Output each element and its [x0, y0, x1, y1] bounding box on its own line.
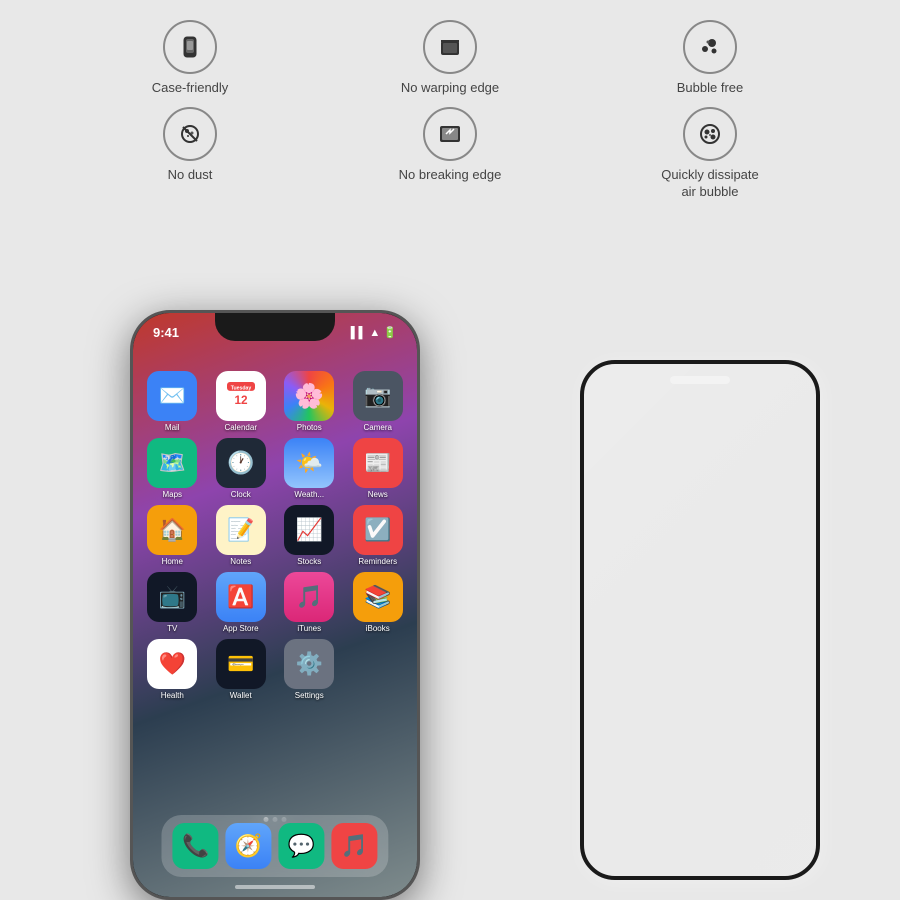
app-clock: 🕐 Clock	[210, 438, 273, 499]
app-ibooks: 📚 iBooks	[347, 572, 410, 633]
dock-music: 🎵	[331, 823, 377, 869]
app-itunes-label: iTunes	[297, 624, 321, 633]
app-weather-icon: 🌤️	[284, 438, 334, 488]
app-mail: ✉️ Mail	[141, 371, 204, 432]
app-stocks-label: Stocks	[297, 557, 321, 566]
app-clock-label: Clock	[231, 490, 251, 499]
feature-no-warping: No warping edge	[320, 20, 580, 97]
app-store-label: App Store	[223, 624, 259, 633]
app-itunes: 🎵 iTunes	[278, 572, 341, 633]
app-store: 🅰️ App Store	[210, 572, 273, 633]
devices-container: 9:41 ▌▌ ▲ 🔋 ✉️ Mail Tuesday 12	[0, 240, 900, 900]
app-health-label: Health	[161, 691, 184, 700]
app-maps-icon: 🗺️	[147, 438, 197, 488]
bubble-free-label: Bubble free	[677, 80, 744, 97]
no-warping-label: No warping edge	[401, 80, 499, 97]
case-friendly-label: Case-friendly	[152, 80, 229, 97]
volume-down-button	[130, 461, 132, 501]
app-weather-label: Weath...	[294, 490, 324, 499]
app-wallet: 💳 Wallet	[210, 639, 273, 700]
glass-inner	[584, 364, 816, 876]
feature-dissipate: Quickly dissipateair bubble	[580, 107, 840, 201]
app-photos-icon: 🌸	[284, 371, 334, 421]
app-maps: 🗺️ Maps	[141, 438, 204, 499]
dock-messages: 💬	[278, 823, 324, 869]
app-home: 🏠 Home	[141, 505, 204, 566]
glass-protector	[580, 360, 820, 880]
app-itunes-icon: 🎵	[284, 572, 334, 622]
dock-phone: 📞	[173, 823, 219, 869]
app-reminders-label: Reminders	[358, 557, 397, 566]
iphone-notch	[215, 313, 335, 341]
features-grid: Case-friendly No warping edge Bubble fre…	[0, 0, 900, 211]
no-breaking-icon	[423, 107, 477, 161]
no-breaking-label: No breaking edge	[399, 167, 502, 184]
dissipate-icon	[683, 107, 737, 161]
app-tv-icon: 📺	[147, 572, 197, 622]
no-dust-icon	[163, 107, 217, 161]
no-dust-label: No dust	[168, 167, 213, 184]
svg-text:12: 12	[234, 394, 248, 407]
app-settings-icon: ⚙️	[284, 639, 334, 689]
app-wallet-icon: 💳	[216, 639, 266, 689]
app-stocks: 📈 Stocks	[278, 505, 341, 566]
app-camera-label: Camera	[364, 423, 392, 432]
bubble-free-icon	[683, 20, 737, 74]
app-mail-icon: ✉️	[147, 371, 197, 421]
no-warping-icon	[423, 20, 477, 74]
app-home-label: Home	[162, 557, 183, 566]
app-weather: 🌤️ Weath...	[278, 438, 341, 499]
app-health: ❤️ Health	[141, 639, 204, 700]
app-news-label: News	[368, 490, 388, 499]
iphone-screen: 9:41 ▌▌ ▲ 🔋 ✉️ Mail Tuesday 12	[133, 313, 417, 897]
svg-text:Tuesday: Tuesday	[231, 385, 252, 391]
app-clock-icon: 🕐	[216, 438, 266, 488]
status-time: 9:41	[153, 325, 179, 340]
app-health-icon: ❤️	[147, 639, 197, 689]
home-indicator	[235, 885, 315, 889]
app-notes-icon: 📝	[216, 505, 266, 555]
app-calendar-icon: Tuesday 12	[216, 371, 266, 421]
app-calendar: Tuesday 12 Calendar	[210, 371, 273, 432]
app-photos: 🌸 Photos	[278, 371, 341, 432]
app-maps-label: Maps	[162, 490, 182, 499]
volume-up-button	[130, 413, 132, 453]
app-notes: 📝 Notes	[210, 505, 273, 566]
app-store-icon: 🅰️	[216, 572, 266, 622]
feature-no-breaking: No breaking edge	[320, 107, 580, 201]
app-mail-label: Mail	[165, 423, 180, 432]
dock: 📞 🧭 💬 🎵	[161, 815, 388, 877]
case-friendly-icon	[163, 20, 217, 74]
app-photos-label: Photos	[297, 423, 322, 432]
app-ibooks-icon: 📚	[353, 572, 403, 622]
app-settings: ⚙️ Settings	[278, 639, 341, 700]
status-icons: ▌▌ ▲ 🔋	[351, 326, 397, 339]
app-news-icon: 📰	[353, 438, 403, 488]
mute-button	[130, 378, 132, 403]
feature-bubble-free: Bubble free	[580, 20, 840, 97]
dock-safari: 🧭	[226, 823, 272, 869]
power-button	[418, 393, 420, 448]
app-news: 📰 News	[347, 438, 410, 499]
app-stocks-icon: 📈	[284, 505, 334, 555]
feature-case-friendly: Case-friendly	[60, 20, 320, 97]
feature-no-dust: No dust	[60, 107, 320, 201]
app-camera: 📷 Camera	[347, 371, 410, 432]
app-camera-icon: 📷	[353, 371, 403, 421]
app-wallet-label: Wallet	[230, 691, 252, 700]
app-calendar-label: Calendar	[225, 423, 257, 432]
app-notes-label: Notes	[230, 557, 251, 566]
app-settings-label: Settings	[295, 691, 324, 700]
app-reminders-icon: ☑️	[353, 505, 403, 555]
iphone-mockup: 9:41 ▌▌ ▲ 🔋 ✉️ Mail Tuesday 12	[130, 310, 420, 900]
app-grid: ✉️ Mail Tuesday 12 Calendar	[133, 363, 417, 708]
app-tv: 📺 TV	[141, 572, 204, 633]
app-ibooks-label: iBooks	[366, 624, 390, 633]
app-tv-label: TV	[167, 624, 177, 633]
dissipate-label: Quickly dissipateair bubble	[661, 167, 759, 201]
app-home-icon: 🏠	[147, 505, 197, 555]
app-reminders: ☑️ Reminders	[347, 505, 410, 566]
glass-top-bar	[670, 376, 730, 384]
